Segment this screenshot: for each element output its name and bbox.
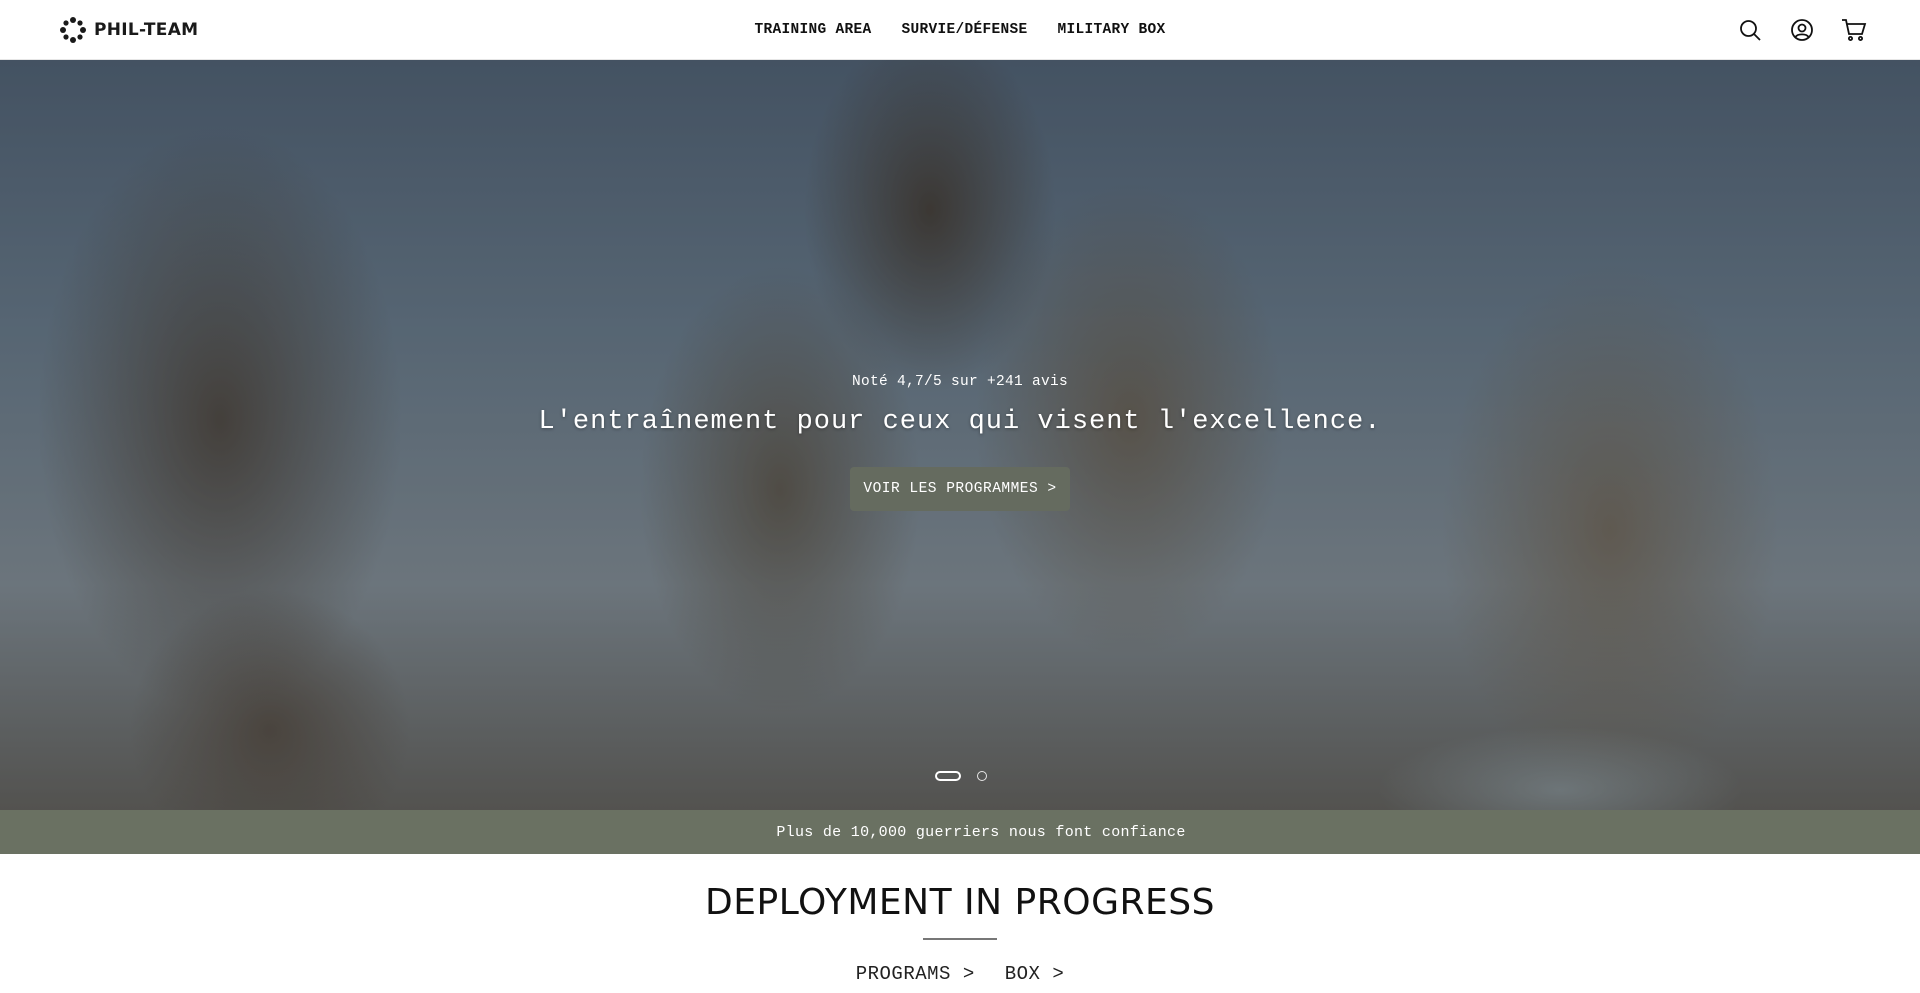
header-actions bbox=[1736, 16, 1868, 44]
nav-survie-defense[interactable]: SURVIE/DÉFENSE bbox=[901, 22, 1027, 38]
hero-title: L'entraînement pour ceux qui visent l'ex… bbox=[538, 407, 1382, 437]
search-icon[interactable] bbox=[1736, 16, 1764, 44]
hero-banner: Noté 4,7/5 sur +241 avis L'entraînement … bbox=[0, 60, 1920, 810]
cart-icon[interactable] bbox=[1840, 16, 1868, 44]
brand-name: PHIL-TEAM bbox=[94, 20, 199, 40]
nav-military-box[interactable]: MILITARY BOX bbox=[1058, 22, 1166, 38]
trust-text: Plus de 10,000 guerriers nous font confi… bbox=[776, 823, 1186, 841]
main-nav: TRAINING AREA SURVIE/DÉFENSE MILITARY BO… bbox=[0, 0, 1920, 60]
section-title: DEPLOYMENT IN PROGRESS bbox=[705, 882, 1215, 923]
hero-content: Noté 4,7/5 sur +241 avis L'entraînement … bbox=[0, 60, 1920, 810]
tab-programs[interactable]: PROGRAMS > bbox=[856, 963, 975, 985]
slider-pagination bbox=[935, 771, 987, 781]
trust-bar: Plus de 10,000 guerriers nous font confi… bbox=[0, 810, 1920, 854]
slide-dot-2[interactable] bbox=[977, 771, 987, 781]
nav-training-area[interactable]: TRAINING AREA bbox=[754, 22, 871, 38]
site-header: PHIL-TEAM TRAINING AREA SURVIE/DÉFENSE M… bbox=[0, 0, 1920, 60]
brand-logo[interactable]: PHIL-TEAM bbox=[59, 16, 198, 44]
slide-dot-1[interactable] bbox=[935, 771, 961, 781]
view-programs-button[interactable]: VOIR LES PROGRAMMES > bbox=[850, 467, 1070, 511]
tab-box[interactable]: BOX > bbox=[1005, 963, 1065, 985]
hero-rating: Noté 4,7/5 sur +241 avis bbox=[851, 374, 1069, 390]
section-tabs: PROGRAMS > BOX > bbox=[0, 963, 1920, 985]
section-divider bbox=[923, 938, 997, 940]
account-icon[interactable] bbox=[1788, 16, 1816, 44]
logo-mark-icon bbox=[60, 17, 86, 43]
